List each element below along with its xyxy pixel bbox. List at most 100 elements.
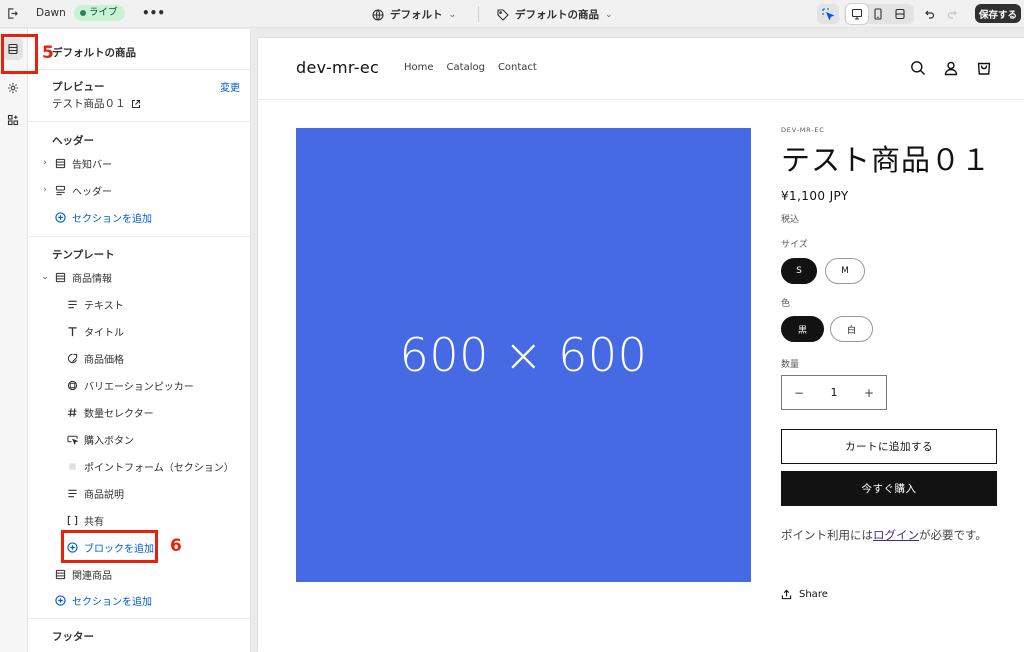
- size-option-s[interactable]: S: [781, 258, 817, 284]
- section-main-product[interactable]: ⌄ 商品情報: [39, 267, 112, 287]
- section-icon: [53, 567, 67, 581]
- section-label: 関連商品: [72, 570, 112, 582]
- block-buy-buttons[interactable]: 購入ボタン: [65, 429, 134, 449]
- save-button[interactable]: 保存する: [975, 4, 1021, 23]
- annotation-box-step5: [1, 34, 38, 74]
- divider: [28, 618, 251, 619]
- nav-link-contact[interactable]: Contact: [498, 62, 537, 73]
- store-logo-text[interactable]: dev-mr-ec: [296, 58, 379, 77]
- points-notice-text: ポイント利用には: [781, 528, 873, 542]
- add-section-button-template[interactable]: セクションを追加: [53, 590, 152, 610]
- undo-button[interactable]: [918, 4, 940, 24]
- section-label: 商品情報: [72, 273, 112, 285]
- cursor-select-icon: [822, 8, 834, 20]
- product-label: デフォルトの商品: [515, 9, 599, 21]
- share-bracket-icon: [65, 513, 79, 527]
- gear-icon: [8, 83, 18, 93]
- block-label: テキスト: [84, 300, 124, 312]
- block-price[interactable]: 商品価格: [65, 348, 124, 368]
- chevron-right-icon: ›: [43, 158, 47, 168]
- block-label: 商品説明: [84, 489, 124, 501]
- redo-icon: [947, 10, 957, 19]
- block-label: 購入ボタン: [84, 435, 134, 447]
- add-section-label: セクションを追加: [72, 213, 152, 225]
- add-section-button-header[interactable]: セクションを追加: [53, 207, 152, 227]
- fullscreen-view-button[interactable]: [889, 4, 911, 24]
- preview-product[interactable]: テスト商品０１: [52, 96, 141, 111]
- color-option-white[interactable]: 白: [830, 316, 873, 342]
- block-description[interactable]: 商品説明: [65, 483, 124, 503]
- block-quantity-selector[interactable]: 数量セレクター: [65, 402, 154, 422]
- points-notice: ポイント利用にはログインが必要です。: [781, 525, 997, 546]
- block-label: バリエーションピッカー: [84, 381, 194, 393]
- quantity-increase-button[interactable]: +: [864, 386, 874, 400]
- storefront-preview: dev-mr-ec Home Catalog Contact 600 × 600…: [258, 38, 1024, 652]
- section-announcement-bar[interactable]: › 告知バー: [39, 153, 112, 173]
- hash-icon: [65, 405, 79, 419]
- apps-tab[interactable]: [3, 109, 23, 131]
- mobile-view-button[interactable]: [867, 4, 889, 24]
- store-nav: Home Catalog Contact: [404, 62, 537, 73]
- annotation-box-step6: [61, 530, 158, 563]
- divider: [28, 121, 251, 122]
- block-label: 商品価格: [84, 354, 124, 366]
- size-option-m[interactable]: M: [825, 258, 865, 284]
- expand-icon: [895, 8, 905, 20]
- chevron-down-icon: ⌄: [605, 9, 613, 20]
- login-link[interactable]: ログイン: [873, 528, 919, 542]
- share-button[interactable]: Share: [781, 589, 828, 600]
- chevron-down-icon: ⌄: [41, 272, 49, 282]
- inspector-button[interactable]: [817, 4, 839, 24]
- redo-button[interactable]: [942, 4, 964, 24]
- add-section-label: セクションを追加: [72, 596, 152, 608]
- block-variant-picker[interactable]: バリエーションピッカー: [65, 375, 194, 395]
- buy-now-button[interactable]: 今すぐ購入: [781, 471, 997, 506]
- desktop-icon: [851, 8, 863, 20]
- globe-icon: [372, 8, 384, 21]
- desktop-view-button[interactable]: [846, 4, 868, 24]
- chevron-down-icon: ⌄: [448, 9, 457, 20]
- nav-link-catalog[interactable]: Catalog: [447, 62, 485, 73]
- title-t-icon: [65, 324, 79, 338]
- product-image-placeholder: 600 × 600: [296, 128, 751, 582]
- block-label: 共有: [84, 516, 104, 528]
- product-vendor: DEV-MR-EC: [781, 126, 825, 134]
- points-notice-text-end: が必要です。: [919, 528, 987, 542]
- template-selector[interactable]: デフォルト ⌄: [372, 7, 456, 22]
- topbar-divider: [478, 6, 479, 22]
- plus-circle-icon: [53, 210, 67, 224]
- size-option-label: サイズ: [781, 240, 808, 250]
- live-dot-icon: [80, 10, 86, 16]
- theme-name[interactable]: Dawn: [36, 7, 66, 19]
- block-title[interactable]: タイトル: [65, 321, 124, 341]
- preview-change-link[interactable]: 変更: [220, 79, 240, 94]
- quantity-decrease-button[interactable]: −: [794, 386, 804, 400]
- color-option-black[interactable]: 黒: [781, 316, 824, 342]
- product-selector[interactable]: デフォルトの商品 ⌄: [497, 7, 613, 22]
- add-to-cart-button[interactable]: カートに追加する: [781, 429, 997, 464]
- section-related-products[interactable]: 関連商品: [53, 564, 112, 584]
- product-price: ¥1,100 JPY: [781, 189, 849, 203]
- block-text[interactable]: テキスト: [65, 294, 124, 314]
- color-option-label: 色: [781, 299, 791, 309]
- more-actions-button[interactable]: •••: [142, 6, 165, 20]
- divider: [28, 69, 251, 70]
- template-label: デフォルト: [390, 9, 443, 21]
- template-group-label: テンプレート: [52, 249, 115, 261]
- live-badge-label: ライブ: [89, 7, 118, 18]
- quantity-label: 数量: [781, 360, 800, 370]
- theme-settings-tab[interactable]: [3, 77, 23, 99]
- quantity-input[interactable]: 1: [831, 386, 838, 399]
- nav-link-home[interactable]: Home: [404, 62, 434, 73]
- block-share[interactable]: 共有: [65, 510, 104, 530]
- section-header[interactable]: › ヘッダー: [39, 180, 112, 200]
- block-point-form[interactable]: ポイントフォーム（セクション）: [65, 456, 234, 476]
- annotation-number-step6: 6: [170, 536, 182, 556]
- block-label: ポイントフォーム（セクション）: [84, 462, 234, 474]
- footer-group-label: フッター: [52, 631, 94, 643]
- text-lines-icon: [65, 486, 79, 500]
- section-icon: [53, 270, 67, 284]
- exit-icon[interactable]: [5, 7, 19, 21]
- annotation-number-step5: 5: [42, 43, 54, 63]
- apps-icon: [7, 114, 19, 126]
